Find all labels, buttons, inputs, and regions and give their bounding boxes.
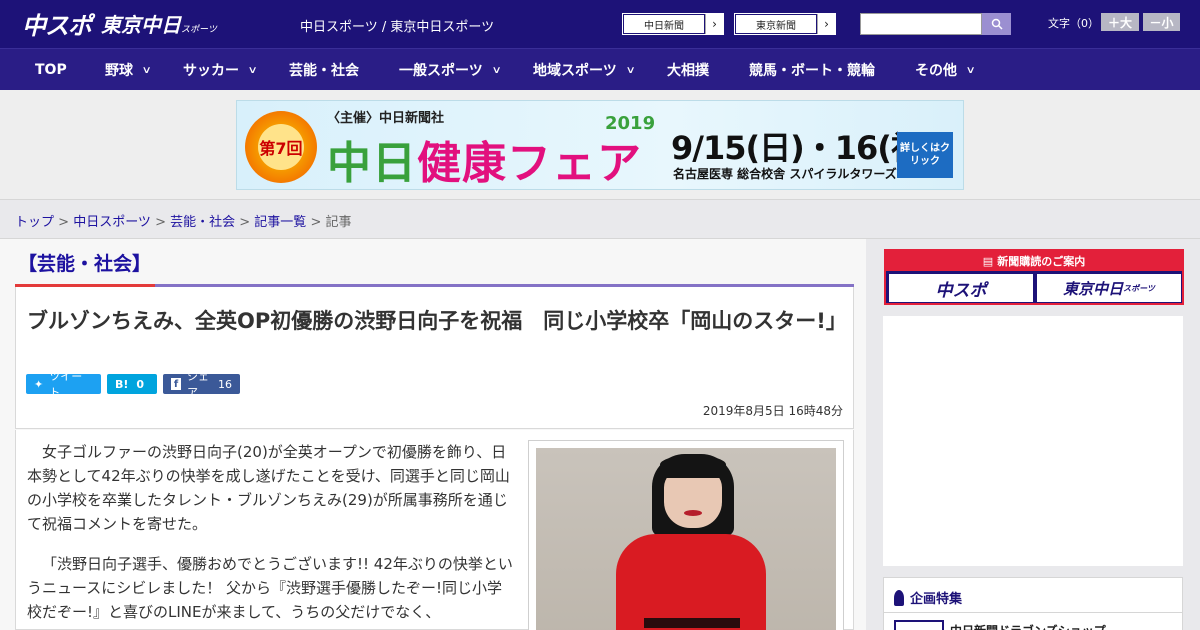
- breadcrumb-entertainment[interactable]: 芸能・社会: [170, 215, 235, 230]
- nav-top-label: TOP: [35, 62, 67, 78]
- main-nav: TOP 野球 ∨ サッカー ∨ 芸能・社会 一般スポーツ ∨ 地域スポーツ ∨ 大相撲 …: [0, 48, 1200, 90]
- logo-tokyo-text: 東京中日: [101, 12, 181, 37]
- banner-title: 中日健康フェア: [327, 127, 642, 189]
- chevron-right-icon: ›: [705, 14, 723, 34]
- nav-other[interactable]: その他 ∨: [915, 49, 976, 91]
- site-names-link[interactable]: 中日スポーツ / 東京中日スポーツ: [300, 16, 494, 35]
- search-input[interactable]: [860, 13, 982, 35]
- photo-belt: [644, 618, 740, 628]
- article-headline: ブルゾンちえみ、全英OP初優勝の渋野日向子を祝福 同じ小学校卒「岡山のスター!」: [27, 309, 847, 333]
- subscription-header-text: 新聞購読のご案内: [997, 255, 1086, 268]
- nav-entertainment[interactable]: 芸能・社会: [289, 49, 359, 91]
- feature-thumbnail[interactable]: [894, 620, 944, 630]
- feature-item-link[interactable]: 中日新聞ドラゴンズショップ: [950, 622, 1106, 630]
- article-paragraph: 「渋野日向子選手、優勝おめでとうございます!! 42年ぶりの快挙というニュースに…: [27, 555, 513, 621]
- nav-local-sports[interactable]: 地域スポーツ ∨: [533, 49, 636, 91]
- breadcrumb: トップ > 中日スポーツ > 芸能・社会 > 記事一覧 > 記事: [15, 215, 352, 230]
- nav-baseball-label: 野球: [105, 63, 133, 79]
- banner-edition: 第7回: [258, 124, 304, 170]
- newspaper-icon: ▤: [982, 254, 994, 268]
- nav-local-sports-label: 地域スポーツ: [533, 63, 617, 79]
- nav-general-sports[interactable]: 一般スポーツ ∨: [399, 49, 502, 91]
- chevron-right-icon: ›: [817, 14, 835, 34]
- banner-venue: 名古屋医専 総合校舎 スパイラルタワーズ: [673, 167, 897, 181]
- banner-title-a: 中日: [327, 138, 417, 189]
- chevron-down-icon: ∨: [491, 64, 502, 76]
- flower-badge-icon: 第7回: [245, 111, 317, 183]
- article-paragraph: 女子ゴルファーの渋野日向子(20)が全英オープンで初優勝を飾り、日本勢として42…: [27, 443, 510, 533]
- chevron-down-icon: ∨: [141, 64, 152, 76]
- photo-bangs: [660, 456, 726, 478]
- facebook-count: 16: [218, 377, 232, 391]
- font-bigger-button[interactable]: ＋大: [1101, 13, 1139, 31]
- logo-tokyo-chunichi: 東京中日スポーツ: [101, 9, 217, 38]
- breadcrumb-current: 記事: [325, 215, 352, 230]
- subscription-tokyo-small: スポーツ: [1123, 283, 1155, 293]
- subscription-tokyo-chunichi[interactable]: 東京中日 スポーツ: [1037, 274, 1181, 302]
- subscription-tokyo-text: 東京中日: [1063, 279, 1124, 298]
- chevron-down-icon: ∨: [247, 64, 258, 76]
- subscription-banner[interactable]: ▤ 新聞購読のご案内 中スポ 東京中日 スポーツ: [884, 249, 1184, 305]
- chevron-down-icon: ∨: [625, 64, 636, 76]
- nav-top[interactable]: TOP: [35, 49, 67, 91]
- photo-dress: [616, 534, 766, 630]
- tokyo-shimbun-button[interactable]: 東京新聞 ›: [734, 13, 836, 35]
- hatena-count: 0: [136, 377, 145, 391]
- banner-cta-button[interactable]: 詳しくはクリック: [897, 132, 953, 178]
- feature-box: 企画特集 中日新聞ドラゴンズショップ: [883, 577, 1183, 630]
- pin-icon: [894, 589, 904, 606]
- nav-baseball[interactable]: 野球 ∨: [105, 49, 152, 91]
- subscription-chunichi-sports[interactable]: 中スポ: [889, 274, 1033, 302]
- search-button[interactable]: [982, 13, 1011, 35]
- nav-racing-label: 競馬・ボート・競輪: [749, 63, 875, 79]
- chunichi-shimbun-label: 中日新聞: [623, 14, 705, 34]
- nav-general-sports-label: 一般スポーツ: [399, 63, 483, 79]
- facebook-share-button[interactable]: f シェア 16: [163, 370, 240, 399]
- hatena-bookmark-button[interactable]: B! 0: [107, 374, 157, 394]
- chevron-down-icon: ∨: [965, 64, 976, 76]
- nav-other-label: その他: [915, 63, 957, 79]
- divider: [884, 612, 1182, 613]
- breadcrumb-chunichi-sports[interactable]: 中日スポーツ: [73, 215, 151, 230]
- site-header: 中スポ 東京中日スポーツ 中日スポーツ / 東京中日スポーツ 中日新聞 › 東京…: [0, 0, 1200, 48]
- hatena-icon: B!: [115, 377, 129, 391]
- banner-host: 〈主催〉中日新聞社: [327, 111, 445, 126]
- feature-title: 企画特集: [894, 588, 962, 607]
- logo-chunichi-sports: 中スポ: [22, 11, 92, 40]
- search-icon: [991, 18, 1003, 30]
- tweet-button[interactable]: ✦ ツイート: [26, 370, 101, 399]
- nav-soccer-label: サッカー: [183, 63, 239, 79]
- breadcrumb-article-list[interactable]: 記事一覧: [254, 215, 306, 230]
- nav-sumo-label: 大相撲: [667, 63, 709, 79]
- tokyo-shimbun-label: 東京新聞: [735, 14, 817, 34]
- nav-sumo[interactable]: 大相撲: [667, 49, 709, 91]
- banner-year: 2019: [605, 113, 656, 134]
- chunichi-shimbun-button[interactable]: 中日新聞 ›: [622, 13, 724, 35]
- banner-area: 第7回 〈主催〉中日新聞社 中日健康フェア 2019 9/15(日)・16(祝)…: [0, 90, 1200, 200]
- sidebar-ad[interactable]: [883, 316, 1183, 566]
- published-date: 2019年8月5日 16時48分: [702, 404, 843, 418]
- tweet-label: ツイート: [49, 370, 83, 399]
- nav-racing[interactable]: 競馬・ボート・競輪: [749, 49, 875, 91]
- feature-title-text: 企画特集: [910, 592, 963, 607]
- banner-title-b: 健康フェア: [417, 138, 642, 189]
- subscription-header: ▤ 新聞購読のご案内: [886, 251, 1182, 271]
- breadcrumb-top[interactable]: トップ: [15, 215, 54, 230]
- facebook-label: シェア: [187, 370, 209, 399]
- facebook-icon: f: [171, 378, 181, 390]
- site-logo[interactable]: 中スポ 東京中日スポーツ: [22, 8, 217, 40]
- font-smaller-button[interactable]: －小: [1143, 13, 1180, 31]
- font-size-label: 文字（0）: [1048, 17, 1099, 30]
- nav-soccer[interactable]: サッカー ∨: [183, 49, 258, 91]
- nav-entertainment-label: 芸能・社会: [289, 63, 359, 79]
- banner-dates: 9/15(日)・16(祝): [671, 129, 937, 167]
- category-heading[interactable]: 【芸能・社会】: [18, 249, 151, 276]
- health-fair-banner[interactable]: 第7回 〈主催〉中日新聞社 中日健康フェア 2019 9/15(日)・16(祝)…: [236, 100, 964, 190]
- logo-tokyo-small: スポーツ: [181, 24, 217, 35]
- photo-lips: [684, 510, 702, 516]
- article-photo[interactable]: [536, 448, 836, 630]
- twitter-icon: ✦: [34, 377, 44, 391]
- photo-face: [664, 470, 722, 528]
